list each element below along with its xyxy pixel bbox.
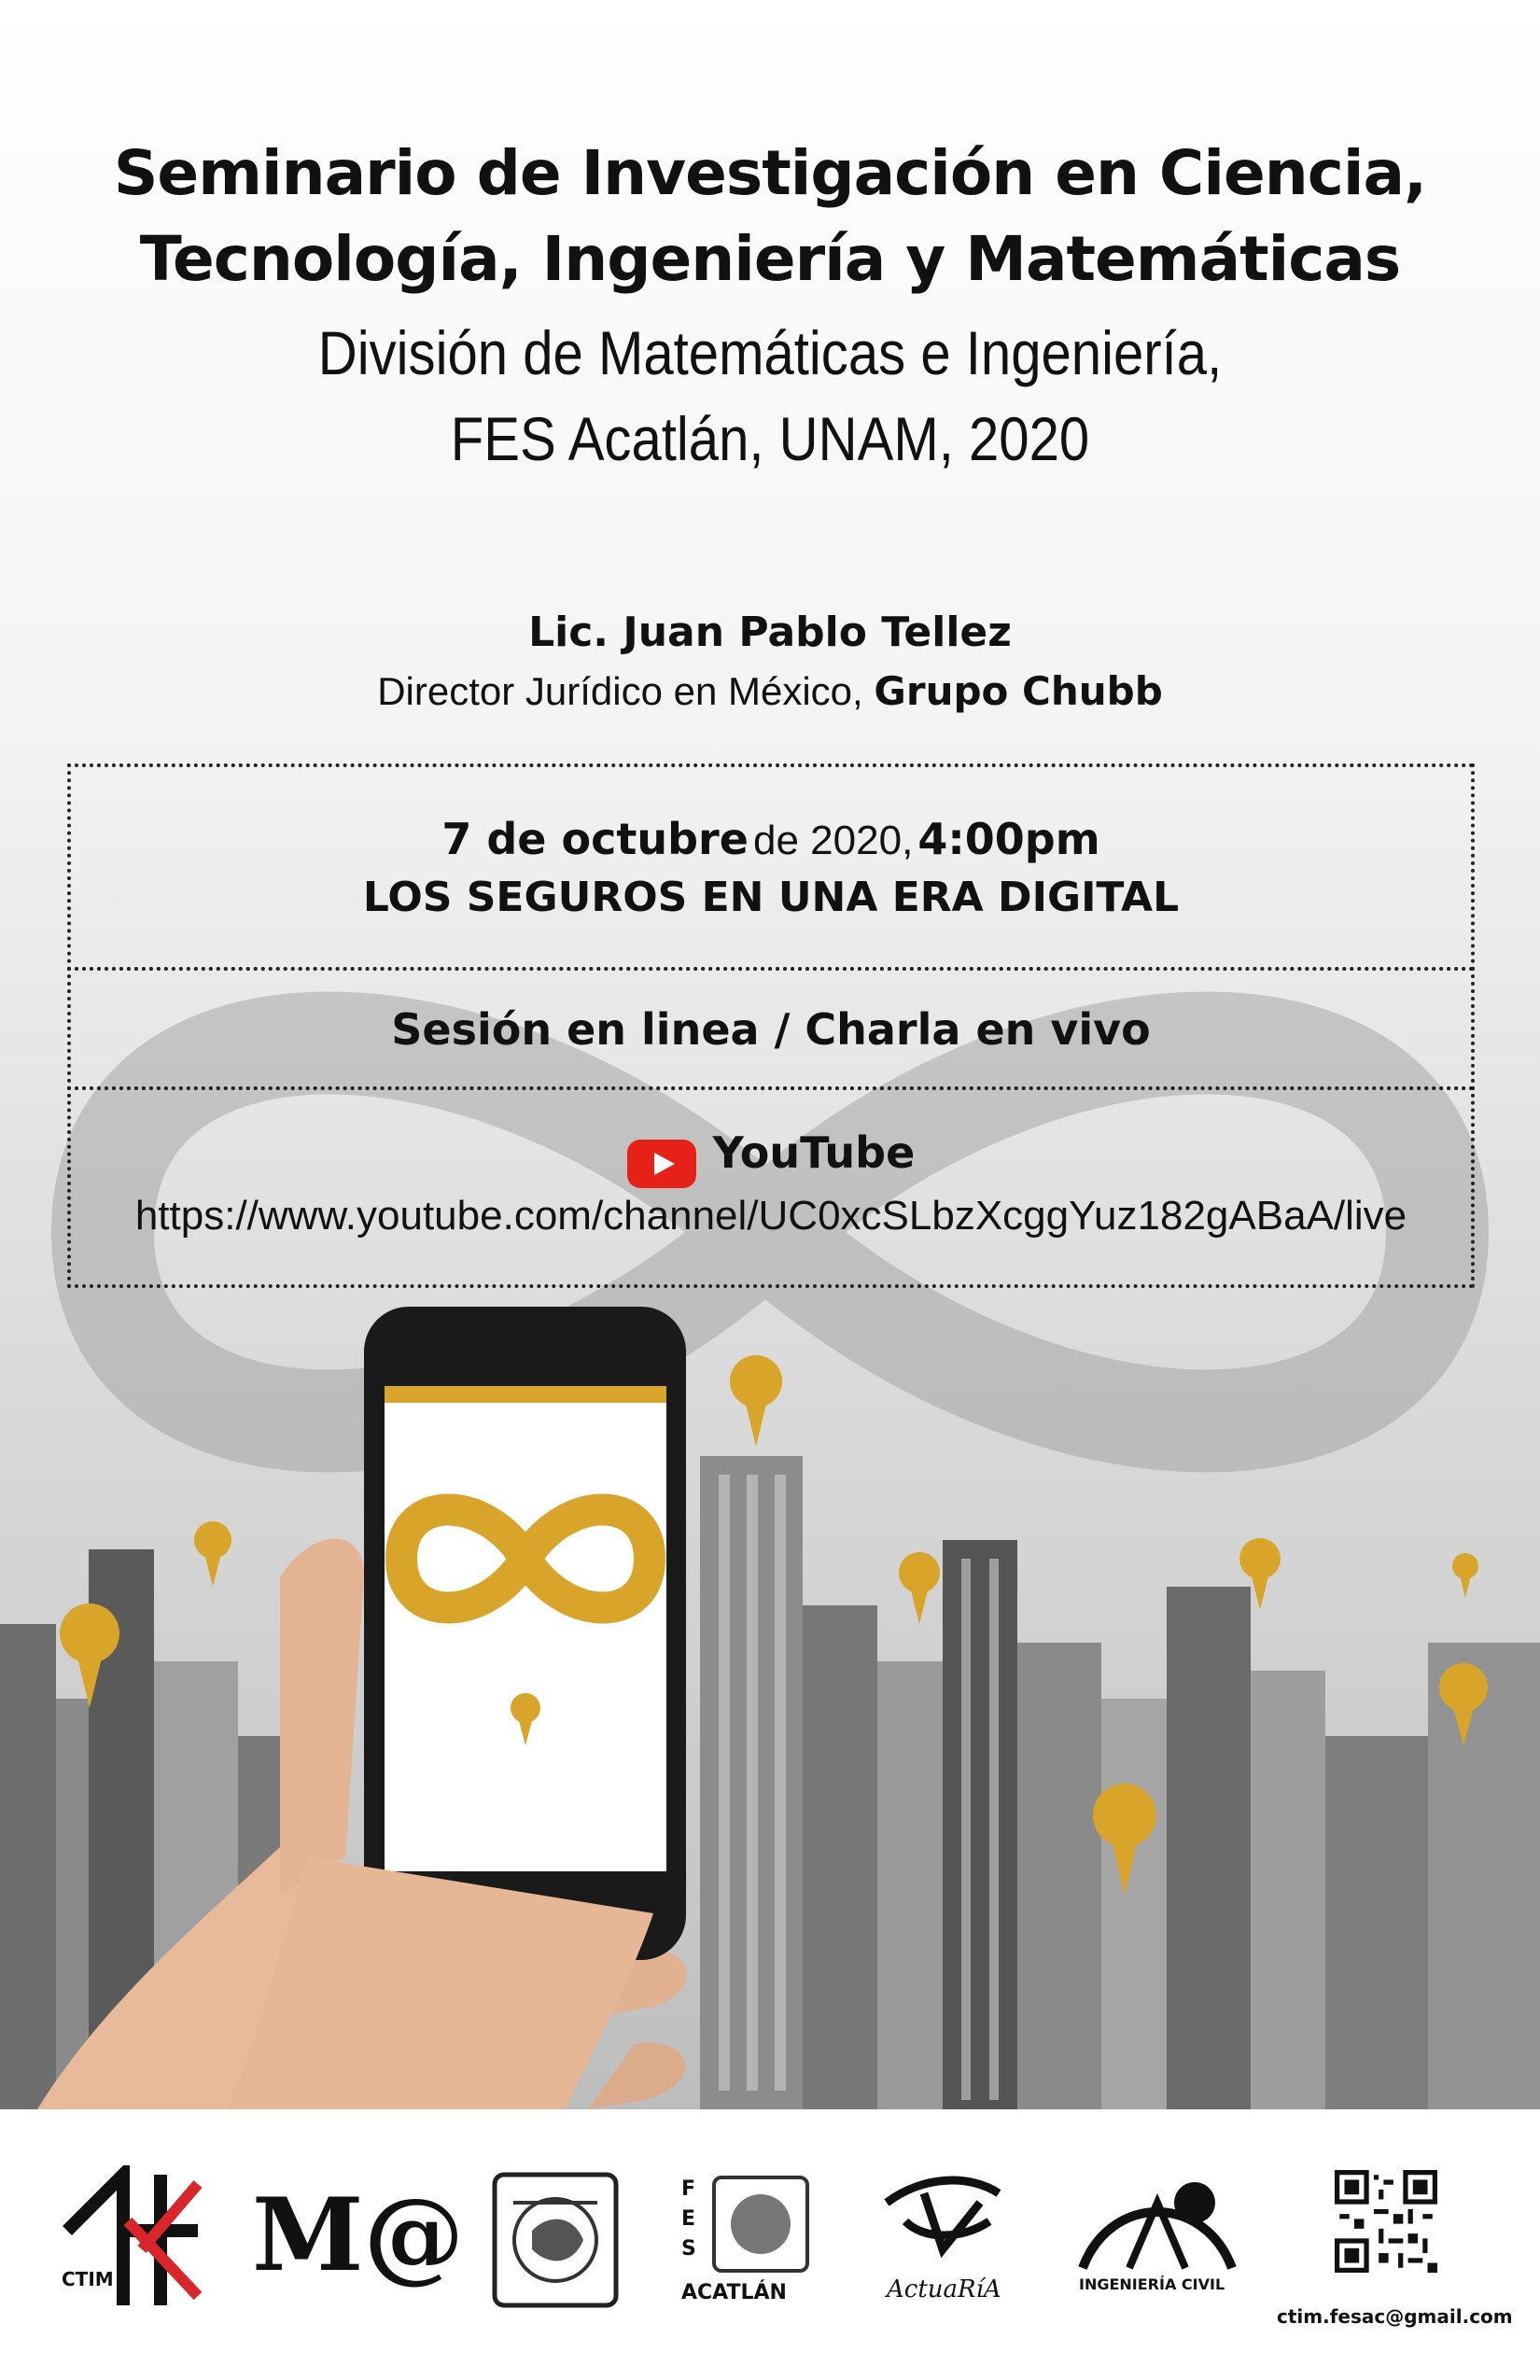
division-subtitle-line1: División de Matemáticas e Ingeniería, [317, 318, 1223, 387]
ctim-logo: CTIM [58, 2159, 207, 2305]
talk-title: LOS SEGUROS EN UNA ERA DIGITAL [362, 874, 1180, 921]
seminar-title-line2: Tecnología, Ingeniería y Matemáticas [139, 223, 1401, 295]
hand-holding-phone [37, 1307, 688, 2119]
division-subtitle-line2: FES Acatlán, UNAM, 2020 [450, 404, 1090, 473]
speaker-name: Lic. Juan Pablo Tellez [528, 609, 1012, 656]
event-date-rest: de 2020, [753, 818, 914, 863]
fes-acatlan-label: ACATLÁN [681, 2281, 787, 2304]
ingenieria-civil-graphic [1078, 2182, 1237, 2270]
actuaria-label: ActuaRíA [887, 2275, 1001, 2303]
speaker-position: Director Jurídico en México, [377, 669, 863, 713]
fes-seal-graphic [712, 2176, 809, 2273]
event-date-bold: 7 de octubre [441, 814, 749, 864]
event-datetime: 7 de octubre de 2020, 4:00pm [71, 814, 1471, 864]
stream-link-box: YouTube https://www.youtube.com/channel/… [67, 1086, 1475, 1288]
m-at-logo: M@ [252, 2165, 465, 2305]
contact-email[interactable]: ctim.fesac@gmail.com [1277, 2305, 1513, 2328]
youtube-url-link[interactable]: https://www.youtube.com/channel/UC0xcSLb… [71, 1193, 1471, 1239]
session-mode: Sesión en linea / Charla en vivo [391, 1004, 1151, 1055]
youtube-label: YouTube [712, 1127, 916, 1178]
unam-seal-logo [485, 2165, 625, 2308]
ingenieria-civil-label: INGENIERÍA CIVIL [1079, 2275, 1225, 2293]
speaker-company: Grupo Chubb [874, 668, 1163, 714]
fes-acatlan-logo: F E S ACATLÁN [672, 2165, 821, 2305]
unam-seal-graphic [492, 2172, 619, 2308]
fes-letters: F E S [681, 2177, 696, 2261]
session-mode-box: Sesión en linea / Charla en vivo [67, 967, 1475, 1090]
speaker-role: Director Jurídico en México, Grupo Chubb [0, 668, 1540, 714]
youtube-platform: YouTube [71, 1127, 1471, 1188]
ctim-logo-label: CTIM [62, 2268, 114, 2290]
ingenieria-civil-logo: INGENIERÍA CIVIL [1073, 2165, 1241, 2305]
m-at-logo-text: M@ [252, 2177, 465, 2294]
ctim-logo-graphic [63, 2159, 203, 2305]
seminar-title-line1: Seminario de Investigación en Ciencia, [113, 137, 1427, 209]
actuaria-logo-graphic [884, 2176, 1001, 2259]
event-date-box: 7 de octubre de 2020, 4:00pm LOS SEGUROS… [67, 763, 1475, 971]
youtube-play-icon [626, 1139, 696, 1188]
actuaria-logo: ActuaRíA [868, 2165, 1027, 2305]
event-time: 4:00pm [917, 814, 1100, 864]
qr-code-icon [1335, 2170, 1437, 2273]
